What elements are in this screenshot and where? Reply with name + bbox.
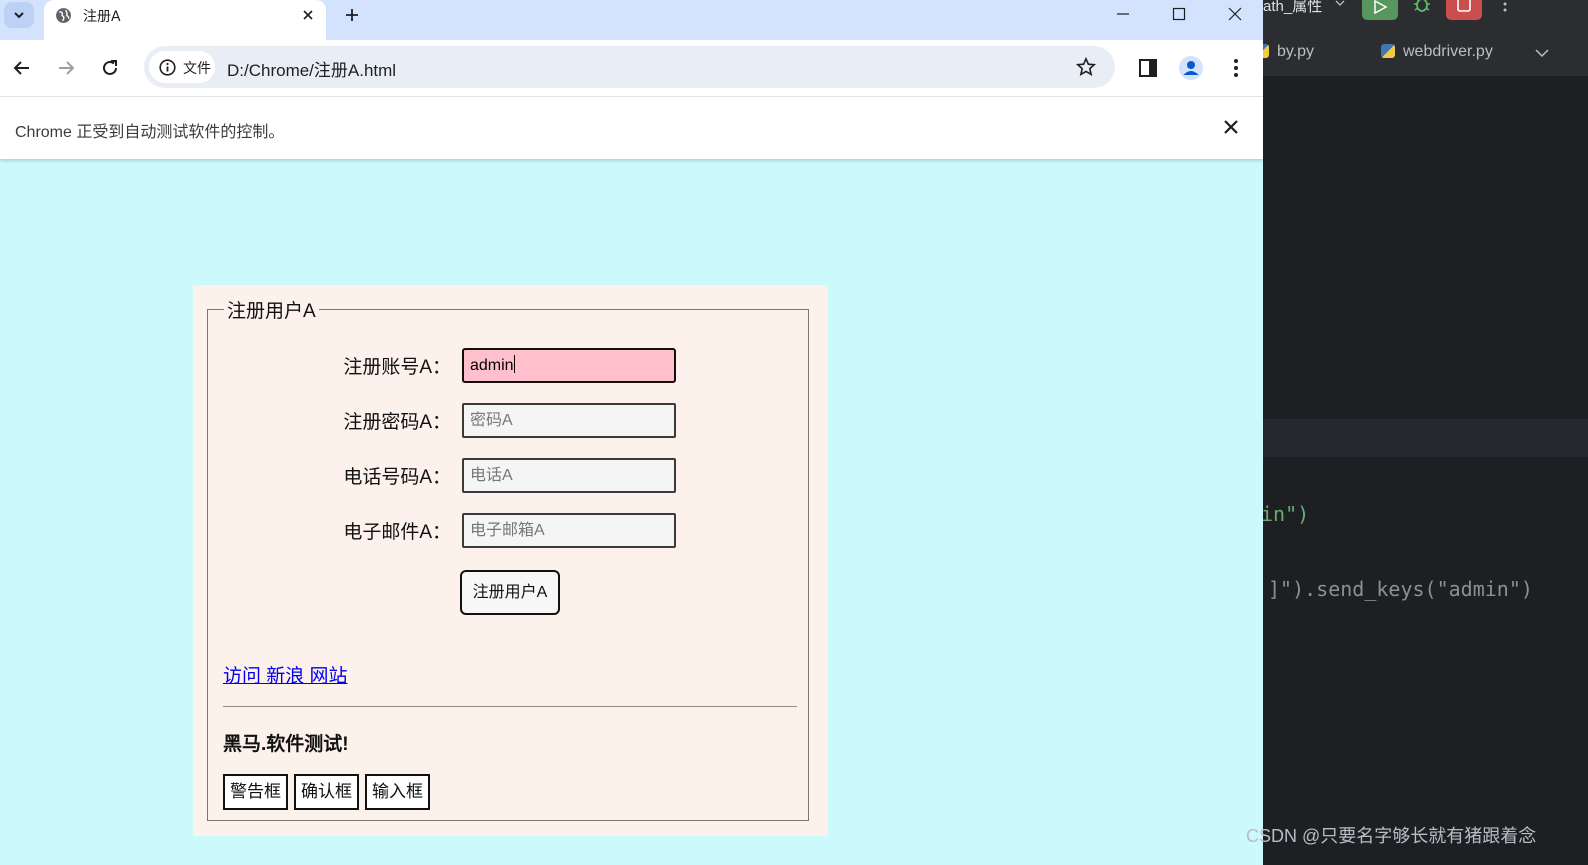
horizontal-divider — [223, 706, 797, 707]
confirm-button[interactable]: 确认框 — [294, 774, 359, 810]
profile-avatar-icon[interactable] — [1179, 56, 1203, 80]
password-input[interactable]: 密码A — [462, 403, 676, 438]
infobar-close-icon[interactable] — [1220, 116, 1242, 138]
ide-window: ath_属性 by.py webdriver.py in") ]").send_… — [1263, 0, 1588, 865]
account-input[interactable]: admin — [462, 348, 676, 383]
stop-button[interactable] — [1446, 0, 1482, 20]
new-tab-plus-icon[interactable] — [341, 4, 363, 26]
window-close-icon[interactable] — [1220, 3, 1250, 25]
back-arrow-icon[interactable] — [10, 56, 34, 80]
info-icon — [159, 59, 176, 76]
email-placeholder: 电子邮箱A — [470, 522, 545, 539]
ide-topbar: ath_属性 — [1263, 0, 1588, 30]
file-tab-by[interactable]: by.py — [1263, 43, 1314, 61]
code-line: ]").send_keys("admin") — [1268, 577, 1533, 601]
register-button[interactable]: 注册用户A — [460, 570, 560, 615]
section-heading: 黑马.软件测试! — [223, 734, 349, 755]
account-input-value: admin — [470, 357, 514, 374]
bookmark-star-icon[interactable] — [1076, 57, 1096, 77]
email-input[interactable]: 电子邮箱A — [462, 513, 676, 548]
chevron-down-icon — [1335, 0, 1345, 6]
ide-file-tabs: by.py webdriver.py — [1263, 30, 1588, 77]
email-label: 电子邮件A： — [343, 522, 451, 543]
browser-toolbar: 文件 D:/Chrome/注册A.html — [0, 40, 1263, 96]
chevron-down-icon — [14, 12, 24, 19]
current-line-highlight — [1263, 419, 1588, 457]
active-tab[interactable]: 注册A — [44, 0, 326, 40]
tab-bar: 注册A — [0, 0, 1263, 40]
sina-website-link[interactable]: 访问 新浪 网站 — [223, 661, 348, 688]
tab-close-icon[interactable] — [298, 5, 318, 25]
code-line-text: ]").send_keys("admin") — [1268, 577, 1533, 601]
minimize-icon[interactable] — [1108, 3, 1138, 25]
phone-label: 电话号码A： — [343, 467, 451, 488]
fieldset-legend: 注册用户A — [224, 296, 319, 323]
more-actions-icon[interactable] — [1502, 0, 1508, 12]
site-info-label: 文件 — [183, 61, 211, 77]
alert-button[interactable]: 警告框 — [223, 774, 288, 810]
code-line-text: in") — [1263, 502, 1310, 526]
file-tab-webdriver[interactable]: webdriver.py — [1381, 43, 1493, 61]
file-tab-label: webdriver.py — [1403, 43, 1493, 60]
infobar-message: Chrome 正受到自动测试软件的控制。 — [15, 124, 285, 141]
password-label: 注册密码A： — [343, 412, 451, 433]
tab-search-button[interactable] — [4, 2, 34, 28]
file-tab-label: by.py — [1277, 43, 1315, 60]
code-line: in") — [1263, 502, 1309, 526]
play-icon — [1374, 0, 1388, 14]
python-file-icon — [1263, 44, 1269, 58]
site-info-chip[interactable]: 文件 — [149, 51, 215, 83]
tab-title: 注册A — [83, 9, 121, 25]
phone-input[interactable]: 电话A — [462, 458, 676, 493]
url-text[interactable]: D:/Chrome/注册A.html — [227, 56, 396, 81]
more-menu-icon[interactable] — [1224, 56, 1248, 80]
automation-infobar: Chrome 正受到自动测试软件的控制。 — [0, 96, 1263, 159]
chevron-down-icon[interactable] — [1535, 48, 1549, 58]
csdn-watermark: CSDN @只要名字够长就有猪跟着念 — [1246, 826, 1537, 846]
debug-bug-icon[interactable] — [1413, 0, 1431, 14]
maximize-icon[interactable] — [1164, 3, 1194, 25]
stop-icon — [1457, 0, 1471, 12]
run-config-name[interactable]: ath_属性 — [1263, 0, 1322, 16]
reload-icon[interactable] — [98, 56, 122, 80]
address-bar[interactable]: 文件 D:/Chrome/注册A.html — [144, 46, 1115, 88]
browser-window: 注册A 文件 D:/Chrome/注册A.html Chrome 正受到自动测试… — [0, 0, 1263, 865]
text-caret — [513, 355, 515, 373]
side-panel-icon[interactable] — [1136, 56, 1160, 80]
python-file-icon — [1381, 44, 1395, 58]
password-placeholder: 密码A — [470, 412, 513, 429]
forward-arrow-icon[interactable] — [54, 56, 78, 80]
globe-icon — [56, 8, 71, 23]
registration-form-container: 注册用户A 注册账号A： admin 注册密码A： 密码A 电话号码A： 电话A… — [193, 285, 828, 836]
prompt-button[interactable]: 输入框 — [365, 774, 430, 810]
phone-placeholder: 电话A — [470, 467, 513, 484]
run-button[interactable] — [1362, 0, 1398, 20]
account-label: 注册账号A： — [343, 357, 451, 378]
